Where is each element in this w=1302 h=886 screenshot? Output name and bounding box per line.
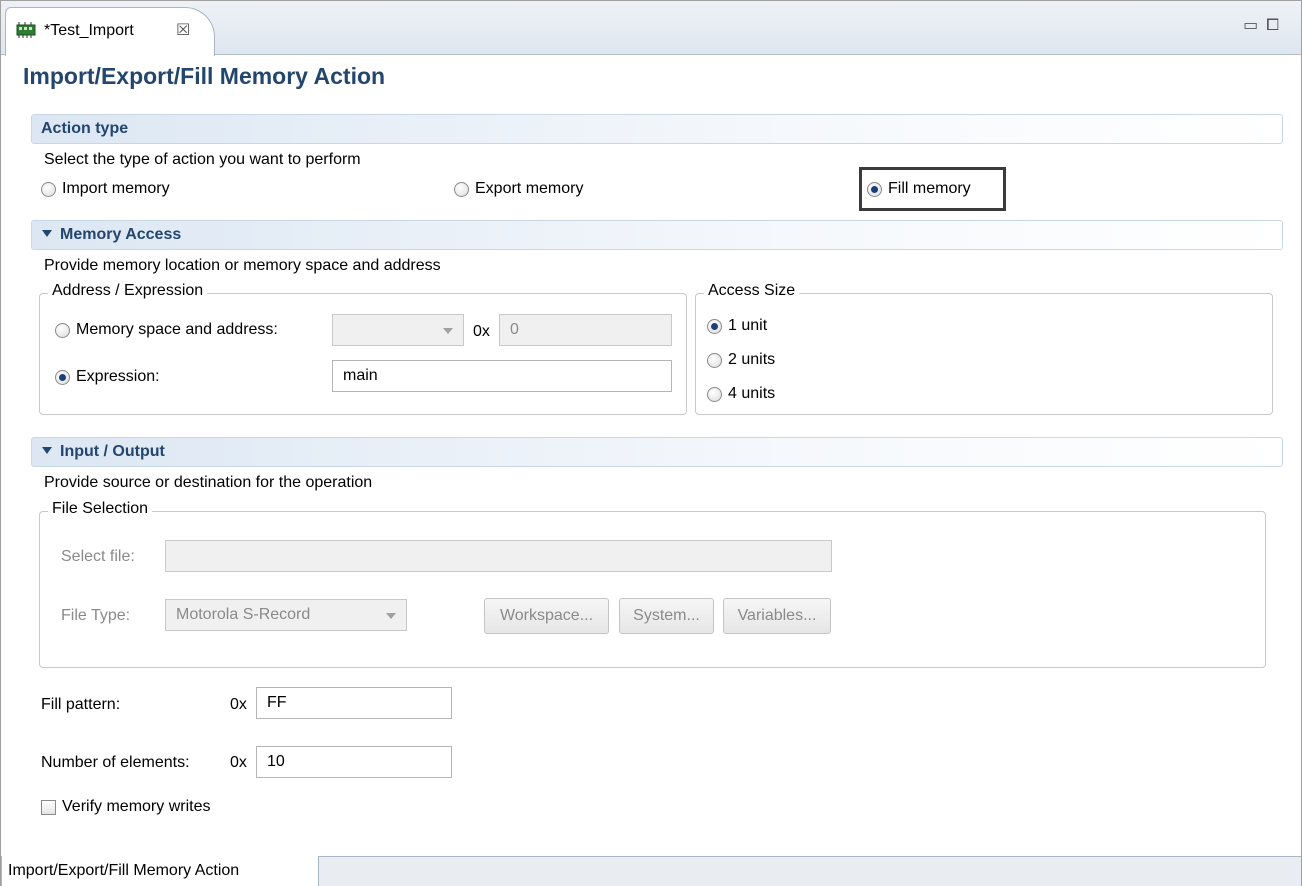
radio-selected-icon	[707, 318, 722, 334]
radio-selected-icon	[867, 181, 882, 197]
maximize-icon[interactable]: ⧠	[1266, 17, 1287, 34]
file-type-label: File Type:	[61, 607, 131, 624]
memory-access-description: Provide memory location or memory space …	[44, 257, 441, 274]
radio-icon	[41, 181, 56, 197]
fill-memory-radio[interactable]: Fill memory	[867, 178, 971, 200]
radio-label: Import memory	[62, 180, 170, 197]
radio-icon	[454, 181, 469, 197]
export-memory-radio[interactable]: Export memory	[454, 178, 583, 200]
editor-tab[interactable]: *Test_Import ☒	[5, 7, 215, 56]
chevron-down-icon	[386, 613, 396, 619]
close-icon[interactable]: ☒	[176, 20, 190, 40]
section-title: Input / Output	[60, 443, 165, 460]
memory-access-header[interactable]: Memory Access	[31, 220, 1283, 250]
address-input[interactable]: 0	[499, 314, 672, 346]
access-size-1-radio[interactable]: 1 unit	[707, 315, 767, 337]
input-output-description: Provide source or destination for the op…	[44, 474, 373, 491]
radio-label: Memory space and address:	[76, 321, 278, 338]
input-output-header[interactable]: Input / Output	[31, 437, 1283, 467]
editor-tab-title: *Test_Import	[44, 22, 134, 39]
expression-input[interactable]: main	[332, 360, 672, 392]
group-legend: Address / Expression	[48, 282, 208, 300]
radio-label: Fill memory	[888, 180, 971, 197]
number-of-elements-prefix: 0x	[230, 754, 247, 771]
expand-arrow-icon[interactable]	[42, 447, 52, 454]
section-title: Memory Access	[60, 226, 182, 243]
fill-pattern-prefix: 0x	[230, 696, 247, 713]
fill-pattern-input[interactable]: FF	[256, 687, 452, 719]
chevron-down-icon	[443, 328, 453, 334]
number-of-elements-label: Number of elements:	[41, 754, 190, 771]
memory-space-radio[interactable]: Memory space and address:	[55, 319, 278, 341]
radio-icon	[707, 352, 722, 368]
verify-memory-writes-checkbox[interactable]: Verify memory writes	[41, 798, 210, 816]
file-selection-group: File Selection	[39, 500, 1266, 668]
checkbox-icon	[41, 799, 56, 815]
address-expression-group: Address / Expression	[39, 282, 687, 415]
number-of-elements-input[interactable]: 10	[256, 746, 452, 778]
page-title: Import/Export/Fill Memory Action	[23, 63, 386, 89]
radio-label: 1 unit	[728, 317, 768, 334]
workspace-button[interactable]: Workspace...	[484, 598, 609, 634]
radio-label: Export memory	[475, 180, 584, 197]
page-tab-strip: Import/Export/Fill Memory Action	[1, 856, 1301, 886]
file-type-select[interactable]: Motorola S-Record	[165, 599, 407, 631]
action-type-header: Action type	[31, 114, 1283, 144]
checkbox-label: Verify memory writes	[62, 798, 211, 815]
radio-icon	[707, 386, 722, 402]
radio-label: Expression:	[76, 368, 160, 385]
action-type-description: Select the type of action you want to pe…	[44, 151, 361, 168]
access-size-4-radio[interactable]: 4 units	[707, 383, 775, 405]
group-legend: File Selection	[48, 500, 153, 518]
select-file-input[interactable]	[165, 540, 832, 572]
radio-label: 4 units	[728, 385, 776, 402]
expand-arrow-icon[interactable]	[42, 230, 52, 237]
access-size-group: Access Size	[695, 282, 1273, 415]
fill-pattern-label: Fill pattern:	[41, 696, 121, 713]
select-file-label: Select file:	[61, 548, 135, 565]
variables-button[interactable]: Variables...	[723, 598, 831, 634]
page-tab[interactable]: Import/Export/Fill Memory Action	[1, 856, 319, 886]
group-legend: Access Size	[704, 282, 800, 300]
window-controls: ▭⧠	[1243, 15, 1287, 35]
file-type-value: Motorola S-Record	[176, 606, 311, 623]
radio-label: 2 units	[728, 351, 776, 368]
system-button[interactable]: System...	[619, 598, 714, 634]
memory-chip-icon	[16, 22, 36, 38]
minimize-icon[interactable]: ▭	[1243, 17, 1266, 34]
expression-radio[interactable]: Expression:	[55, 366, 160, 388]
memory-space-select[interactable]	[332, 314, 464, 346]
radio-selected-icon	[55, 369, 70, 385]
section-title: Action type	[41, 120, 129, 137]
import-memory-radio[interactable]: Import memory	[41, 178, 170, 200]
access-size-2-radio[interactable]: 2 units	[707, 349, 775, 371]
editor-window: *Test_Import ☒ ▭⧠ Import/Export/Fill Mem…	[0, 0, 1302, 886]
radio-icon	[55, 322, 70, 338]
address-prefix: 0x	[473, 323, 490, 340]
editor-tab-strip: *Test_Import ☒ ▭⧠	[1, 1, 1301, 56]
